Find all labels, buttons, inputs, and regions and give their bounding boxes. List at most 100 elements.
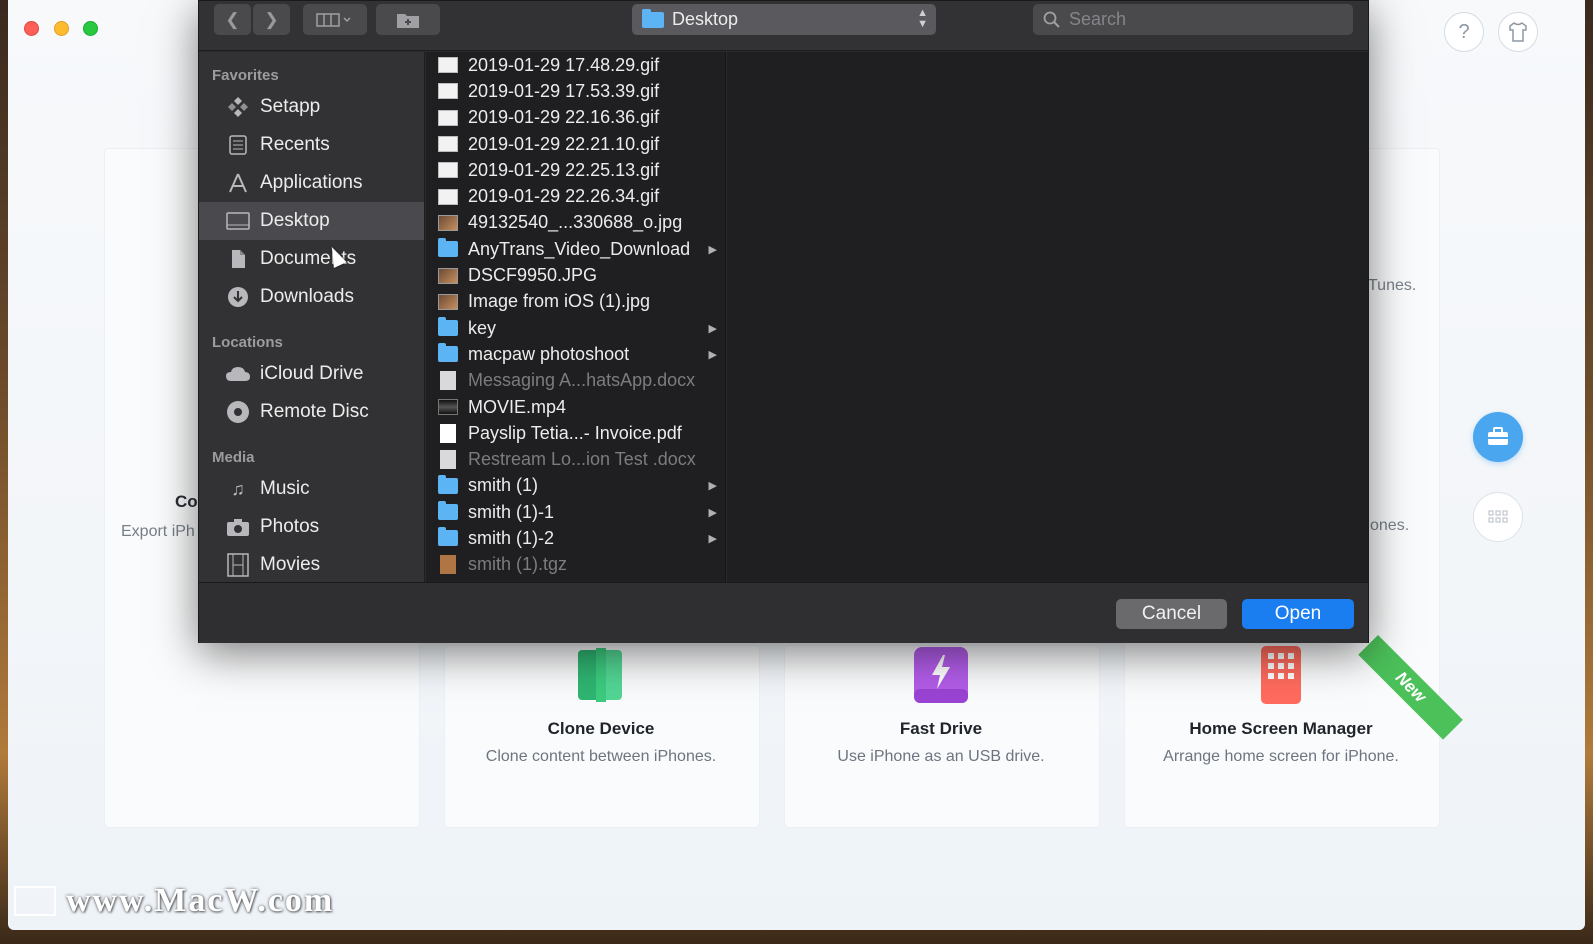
folder-icon (438, 527, 458, 547)
sidebar-item-downloads[interactable]: Downloads (199, 278, 424, 316)
search-input[interactable] (1069, 9, 1329, 30)
file-name: AnyTrans_Video_Download (468, 238, 691, 259)
sidebar-item-movies[interactable]: Movies (199, 546, 424, 582)
file-name: 49132540_...330688_o.jpg (468, 212, 683, 233)
folder-row[interactable]: macpaw photoshoot ▶ (426, 341, 725, 367)
file-row[interactable]: 2019-01-29 22.25.13.gif (426, 157, 725, 183)
file-name: Messaging A...hatsApp.docx (468, 370, 696, 391)
file-row[interactable]: 2019-01-29 17.53.39.gif (426, 78, 725, 104)
applications-icon (225, 170, 251, 196)
help-icon[interactable]: ? (1444, 12, 1484, 52)
open-button[interactable]: Open (1242, 599, 1354, 629)
back-button[interactable]: ❮ (214, 4, 251, 35)
close-window-button[interactable] (24, 21, 39, 36)
file-name: 2019-01-29 17.48.29.gif (468, 54, 660, 75)
file-name: 2019-01-29 22.16.36.gif (468, 107, 660, 128)
zoom-window-button[interactable] (83, 21, 98, 36)
feature-desc: Use iPhone as an USB drive. (837, 748, 1045, 765)
lightning-drive-icon (781, 645, 1101, 705)
file-row: Messaging A...hatsApp.docx (426, 368, 725, 394)
new-folder-button[interactable] (376, 4, 440, 35)
file-row[interactable]: 49132540_...330688_o.jpg (426, 210, 725, 236)
clone-icon (441, 645, 761, 705)
file-name: DSCF9950.JPG (468, 265, 598, 286)
columns-view-icon (316, 12, 351, 27)
cancel-button[interactable]: Cancel (1116, 599, 1227, 629)
left-card-title: Co (175, 492, 198, 511)
file-row[interactable]: Payslip Tetia...- Invoice.pdf (426, 420, 725, 446)
left-card-desc: Export iPh (121, 523, 195, 540)
recents-icon (225, 132, 251, 158)
file-row[interactable]: DSCF9950.JPG (426, 262, 725, 288)
feature-clone-device[interactable]: Clone Device Clone content between iPhon… (441, 645, 761, 766)
file-name: 2019-01-29 22.25.13.gif (468, 159, 660, 180)
file-row: Restream Lo...ion Test .docx (426, 446, 725, 472)
sidebar-item-documents[interactable]: Documents (199, 240, 424, 278)
file-name: key (468, 317, 497, 338)
file-name: MOVIE.mp4 (468, 396, 567, 417)
gif-file-icon (438, 109, 458, 126)
folder-row[interactable]: key ▶ (426, 315, 725, 341)
feature-title: Home Screen Manager (1189, 719, 1373, 738)
sidebar-item-desktop[interactable]: Desktop (199, 202, 424, 240)
film-icon (225, 552, 251, 578)
document-file-icon (440, 371, 456, 391)
archive-file-icon (440, 555, 456, 575)
file-row[interactable]: 2019-01-29 22.16.36.gif (426, 105, 725, 131)
file-name: macpaw photoshoot (468, 343, 630, 364)
search-field[interactable] (1033, 4, 1353, 35)
feature-title: Fast Drive (899, 719, 983, 738)
sidebar-item-label: Photos (260, 516, 320, 537)
folder-row[interactable]: smith (1) ▶ (426, 473, 725, 499)
apps-grid-button[interactable] (1473, 492, 1523, 542)
shirt-glyph (1509, 22, 1527, 42)
shirt-icon[interactable] (1498, 12, 1538, 52)
sidebar-item-photos[interactable]: Photos (199, 508, 424, 546)
view-mode-button[interactable] (303, 4, 367, 35)
folder-row[interactable]: smith (1)-1 ▶ (426, 499, 725, 525)
sidebar-item-remote-disc[interactable]: Remote Disc (199, 393, 424, 431)
file-row[interactable]: 2019-01-29 22.21.10.gif (426, 131, 725, 157)
sidebar-item-icloud-drive[interactable]: iCloud Drive (199, 355, 424, 393)
up-down-arrows-icon: ▲ ▼ (917, 7, 928, 30)
disclosure-arrow-icon: ▶ (708, 348, 717, 361)
feature-title: Clone Device (547, 719, 655, 738)
forward-button[interactable]: ❯ (253, 4, 290, 35)
file-row[interactable]: 2019-01-29 22.26.34.gif (426, 183, 725, 209)
folder-icon (438, 501, 458, 521)
folder-icon (438, 317, 458, 337)
file-row[interactable]: MOVIE.mp4 (426, 394, 725, 420)
folder-row[interactable]: smith (1)-2 ▶ (426, 525, 725, 551)
feature-desc: Clone content between iPhones. (485, 748, 717, 765)
file-row[interactable]: Image from iOS (1).jpg (426, 289, 725, 315)
right-card-top-desc: Tunes. (1368, 277, 1417, 294)
sidebar-item-recents[interactable]: Recents (199, 126, 424, 164)
sidebar-section-locations: Locations (212, 334, 283, 351)
sidebar-item-setapp[interactable]: Setapp (199, 88, 424, 126)
sidebar-item-label: iCloud Drive (260, 363, 364, 384)
image-file-icon (438, 267, 458, 284)
disclosure-arrow-icon: ▶ (708, 532, 717, 545)
dialog-sidebar: Favorites Setapp Recents Applications De… (199, 52, 425, 582)
location-popup[interactable]: Desktop ▲ ▼ (632, 4, 936, 35)
document-file-icon (440, 450, 456, 470)
folder-row[interactable]: AnyTrans_Video_Download ▶ (426, 236, 725, 262)
toolbox-button[interactable] (1473, 412, 1523, 462)
disclosure-arrow-icon: ▶ (708, 243, 717, 256)
minimize-window-button[interactable] (54, 21, 69, 36)
location-label: Desktop (672, 9, 739, 29)
feature-fast-drive[interactable]: Fast Drive Use iPhone as an USB drive. (781, 645, 1101, 766)
open-file-dialog: ❮ ❯ Desktop ▲▼ Favorites Setapp Recents (198, 0, 1369, 643)
new-folder-icon (397, 13, 419, 28)
movie-file-icon (438, 399, 458, 415)
dialog-toolbar: ❮ ❯ Desktop ▲ ▼ (199, 1, 1368, 51)
file-name: smith (1)-1 (468, 501, 555, 522)
chevron-right-icon: ❯ (264, 9, 279, 29)
disclosure-arrow-icon: ▶ (708, 506, 717, 519)
file-row[interactable]: 2019-01-29 17.48.29.gif (426, 52, 725, 78)
camera-icon (225, 514, 251, 540)
file-name: Payslip Tetia...- Invoice.pdf (468, 422, 682, 443)
sidebar-item-label: Downloads (260, 286, 354, 307)
sidebar-item-applications[interactable]: Applications (199, 164, 424, 202)
sidebar-item-music[interactable]: ♫ Music (199, 470, 424, 508)
